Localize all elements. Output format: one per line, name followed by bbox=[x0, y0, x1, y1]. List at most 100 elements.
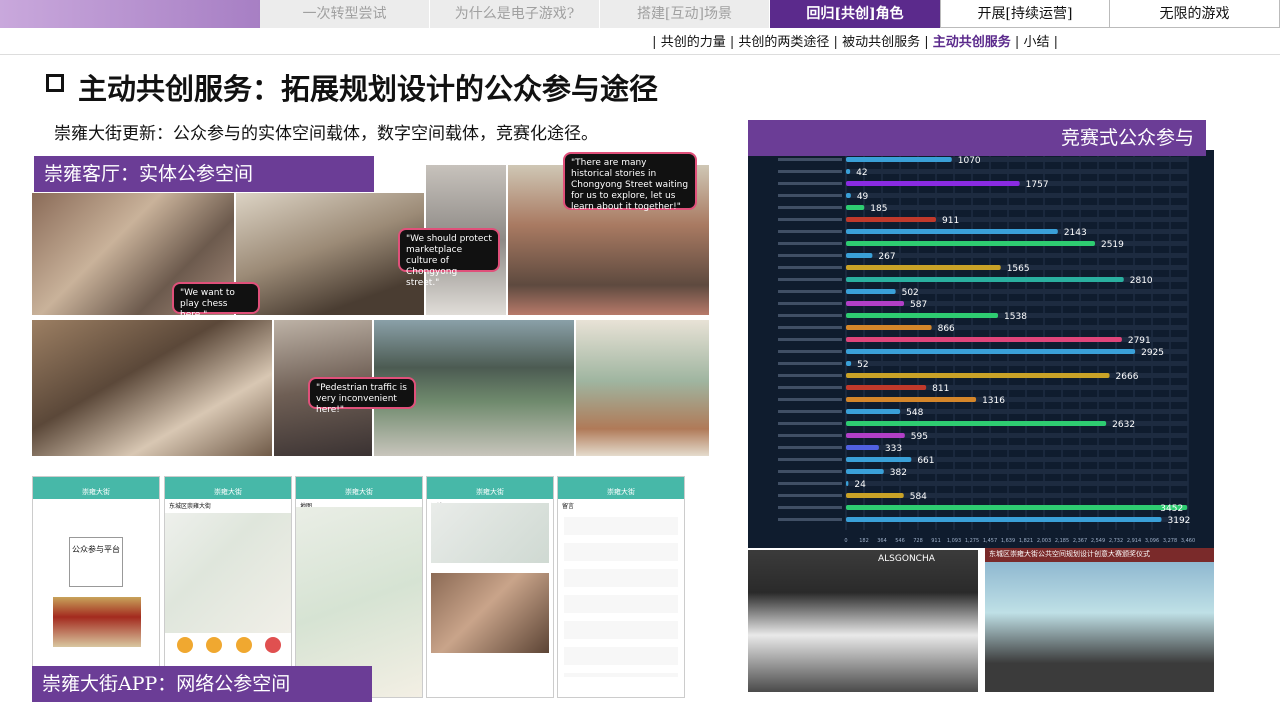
bar bbox=[846, 505, 1188, 510]
bar-value-label: 595 bbox=[911, 432, 928, 442]
subnav-sep: | bbox=[833, 35, 838, 50]
category-label-placeholder bbox=[778, 326, 842, 329]
top-nav-bar: 一次转型尝试 为什么是电子游戏? 搭建[互动]场景 回归[共创]角色 开展[持续… bbox=[0, 0, 1280, 28]
bar-value-label: 502 bbox=[902, 288, 919, 298]
subnav-sep: | bbox=[652, 35, 657, 50]
subnav-item-passive[interactable]: 被动共创服务 bbox=[842, 31, 920, 50]
circle-icon[interactable] bbox=[264, 637, 281, 653]
bubble-marketplace: "We should protect marketplace culture o… bbox=[398, 228, 500, 288]
nav-accent-bar bbox=[0, 0, 260, 28]
x-tick-label: 182 bbox=[859, 538, 869, 544]
bar-track bbox=[846, 289, 1188, 294]
bar bbox=[846, 373, 1110, 378]
phone-status-bar bbox=[33, 477, 159, 485]
bar-value-label: 1538 bbox=[1004, 312, 1027, 322]
phone-title-plaque: 公众参与平台 bbox=[69, 537, 123, 587]
category-label-placeholder bbox=[778, 278, 842, 281]
subnav-item-two-paths[interactable]: 共创的两类途径 bbox=[738, 31, 829, 50]
subnav-item-active[interactable]: 主动共创服务 bbox=[933, 31, 1011, 50]
bar bbox=[846, 409, 901, 414]
phone-header: 崇雍大街 bbox=[558, 485, 684, 499]
phone-status-bar bbox=[165, 477, 291, 485]
phone-messages-label: 留言 bbox=[562, 503, 575, 510]
tab-cocreation-role[interactable]: 回归[共创]角色 bbox=[770, 0, 940, 28]
tab-infinite-game[interactable]: 无限的游戏 bbox=[1110, 0, 1280, 28]
bar bbox=[846, 457, 912, 462]
title-square-icon bbox=[46, 74, 64, 92]
subnav-item-summary[interactable]: 小结 bbox=[1023, 31, 1049, 50]
category-label-placeholder bbox=[778, 314, 842, 317]
category-label-placeholder bbox=[778, 194, 842, 197]
x-tick-label: 1,639 bbox=[1001, 538, 1015, 544]
phone-screen-map: 崇雍大街 东城区崇雍大街 bbox=[164, 476, 292, 698]
subnav-item-power[interactable]: 共创的力量 bbox=[661, 31, 726, 50]
event1-banner: ALSGONCHA bbox=[878, 554, 935, 564]
phone-mini-map bbox=[431, 503, 549, 563]
bar-value-label: 587 bbox=[910, 300, 927, 310]
bar bbox=[846, 349, 1136, 354]
category-label-placeholder bbox=[778, 266, 842, 269]
bar-value-label: 2925 bbox=[1141, 348, 1164, 358]
bar-chart: 0 182 364 546 728 911 1,093 1,275 1,457 1,639 1,82… bbox=[778, 154, 1195, 544]
photo-discussion-table bbox=[236, 193, 424, 315]
photo-child-drawing bbox=[576, 320, 709, 456]
tab-interactive-scene[interactable]: 搭建[互动]场景 bbox=[600, 0, 770, 28]
phone-header: 崇雍大街 bbox=[427, 485, 553, 499]
bar bbox=[846, 481, 849, 486]
category-label-placeholder bbox=[778, 434, 842, 437]
bar bbox=[846, 253, 873, 258]
x-tick-label: 1,821 bbox=[1019, 538, 1033, 544]
phone-message-list bbox=[564, 517, 678, 677]
subnav-sep: | bbox=[924, 35, 929, 50]
label-living-room: 崇雍客厅：实体公参空间 bbox=[34, 156, 374, 192]
bar-track bbox=[846, 169, 1188, 174]
page-title: 主动共创服务：拓展规划设计的公众参与途径 bbox=[78, 72, 659, 106]
circle-icon[interactable] bbox=[177, 637, 193, 653]
bar-value-label: 1316 bbox=[982, 396, 1005, 406]
bar-value-label: 49 bbox=[857, 192, 869, 202]
bar-value-label: 1565 bbox=[1007, 264, 1030, 274]
bar bbox=[846, 397, 977, 402]
bar bbox=[846, 421, 1107, 426]
phone-district-label: 东城区崇雍大街 bbox=[169, 503, 212, 510]
category-label-placeholder bbox=[778, 422, 842, 425]
category-label-placeholder bbox=[778, 242, 842, 245]
bar bbox=[846, 469, 884, 474]
bubble-traffic: "Pedestrian traffic is very inconvenient… bbox=[308, 377, 416, 415]
phone-screen-messages: 崇雍大街 留言 bbox=[557, 476, 685, 698]
category-label-placeholder bbox=[778, 218, 842, 221]
bar bbox=[846, 265, 1001, 270]
bar bbox=[846, 325, 932, 330]
bar-value-label: 2143 bbox=[1064, 228, 1087, 238]
phone-status-bar bbox=[427, 477, 553, 485]
category-label-placeholder bbox=[778, 386, 842, 389]
bar bbox=[846, 337, 1122, 342]
phone-header: 崇雍大街 bbox=[33, 485, 159, 499]
circle-icon[interactable] bbox=[235, 637, 252, 653]
label-competition: 竞赛式公众参与 bbox=[748, 120, 1206, 156]
phone-map-view[interactable] bbox=[165, 513, 291, 633]
bar-track bbox=[846, 193, 1188, 198]
competition-chart-panel: 0 182 364 546 728 911 1,093 1,275 1,457 1,639 1,82… bbox=[748, 150, 1214, 548]
bar-value-label: 1757 bbox=[1026, 180, 1049, 190]
x-tick-label: 2,732 bbox=[1109, 538, 1123, 544]
bar-value-label: 811 bbox=[932, 384, 949, 394]
bar bbox=[846, 169, 851, 174]
tab-why-games[interactable]: 为什么是电子游戏? bbox=[430, 0, 600, 28]
category-label-placeholder bbox=[778, 506, 842, 509]
bar bbox=[846, 313, 999, 318]
bar-value-label: 866 bbox=[938, 324, 955, 334]
tab-first-attempt[interactable]: 一次转型尝试 bbox=[260, 0, 430, 28]
circle-icon[interactable] bbox=[206, 637, 223, 653]
bar bbox=[846, 157, 952, 162]
bar-track bbox=[846, 205, 1188, 210]
tab-continuous-operation[interactable]: 开展[持续运营] bbox=[940, 0, 1110, 28]
bar bbox=[846, 493, 904, 498]
label-app: 崇雍大街APP：网络公参空间 bbox=[32, 666, 372, 702]
photo-auditorium bbox=[32, 320, 272, 456]
bar-value-label: 661 bbox=[917, 456, 934, 466]
bar-value-label: 548 bbox=[906, 408, 923, 418]
x-tick-label: 2,367 bbox=[1073, 538, 1087, 544]
x-tick-label: 2,003 bbox=[1037, 538, 1051, 544]
x-tick-label: 1,093 bbox=[947, 538, 961, 544]
